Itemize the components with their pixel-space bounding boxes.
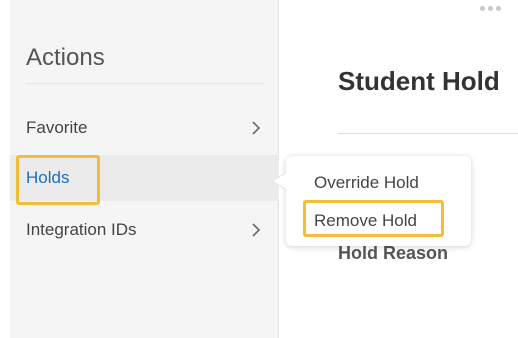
menu-item-label: Holds [26,168,70,187]
title-divider [338,133,518,134]
menu-item-holds[interactable]: Holds [10,155,279,205]
holds-submenu-popover: Override Hold Remove Hold [286,156,471,246]
more-dot [488,5,493,11]
actions-divider [26,83,264,84]
menu-item-integration-ids[interactable]: Integration IDs [10,207,279,253]
actions-title: Actions [26,44,105,71]
actions-panel: Actions Favorite Holds Integration IDs [10,0,279,338]
menu-item-favorite[interactable]: Favorite [10,105,279,151]
remove-hold-option[interactable]: Remove Hold [314,211,417,231]
more-dot [480,5,485,11]
more-options-icon[interactable] [480,4,508,12]
menu-item-label: Integration IDs [26,220,137,239]
chevron-right-icon [252,223,261,237]
hold-reason-label: Hold Reason [338,243,449,263]
page-title: Student Hold [338,66,500,96]
menu-item-label: Favorite [26,118,88,137]
chevron-right-icon [252,121,261,135]
popover-arrow [271,171,290,191]
override-hold-option[interactable]: Override Hold [314,173,419,193]
more-dot [496,5,501,11]
